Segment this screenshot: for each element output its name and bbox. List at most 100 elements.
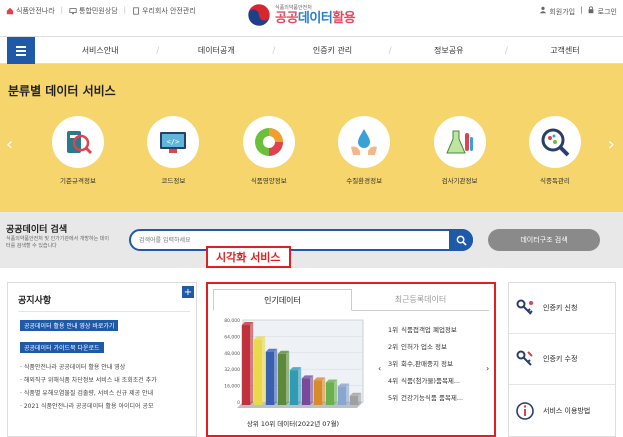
- plus-icon[interactable]: +: [182, 286, 194, 298]
- chart-y-tick-label: 48,000: [224, 351, 240, 357]
- viz-tabs: 인기데이터 최근등록데이터: [213, 289, 489, 311]
- top-utility-bar: 식품안전나라 | 통합민원상담 | 우리회사 안전관리 식품의약품안전처 공공데…: [0, 0, 623, 36]
- chart-bar[interactable]: [337, 386, 347, 405]
- nav-item-data-open[interactable]: 데이터공개: [156, 37, 274, 64]
- rank-item[interactable]: 1위 식품접객업 폐업정보: [388, 322, 488, 339]
- chevron-left-icon[interactable]: ‹: [6, 134, 13, 155]
- bar-chart: 80,000 64,000 48,000 32,000 16,000 0 상위 10위 데이…: [224, 318, 364, 428]
- chart-bar[interactable]: [265, 351, 275, 405]
- util-link-foodsafety[interactable]: 식품안전나라: [6, 6, 55, 16]
- virus-magnifier-icon: [541, 128, 570, 157]
- visualization-panel: 인기데이터 최근등록데이터 80,000 64,000 48,000 32,000 16…: [206, 282, 496, 437]
- category-standards[interactable]: 기준규격정보: [44, 116, 112, 185]
- tab-recent-data[interactable]: 최근등록데이터: [352, 289, 489, 310]
- chart-bar-side: [250, 322, 254, 405]
- chart-bar-side: [334, 379, 338, 405]
- signup-link[interactable]: 회원가입: [539, 6, 575, 17]
- util-link-company[interactable]: 우리회사 안전관리: [132, 6, 196, 16]
- rank-item[interactable]: 2위 인허가 업소 정보: [388, 339, 488, 356]
- rank-list: 1위 식품접객업 폐업정보 2위 인허가 업소 정보 3위 회수,판매중지 정보 4위…: [388, 322, 488, 407]
- search-box: [129, 229, 473, 251]
- chart-y-tick-label: 64,000: [224, 334, 240, 340]
- monitor-icon: [69, 8, 77, 15]
- tab-popular-data[interactable]: 인기데이터: [213, 289, 352, 311]
- chart-bar[interactable]: [349, 395, 359, 405]
- nav-item-key-manage[interactable]: 인증키 관리: [272, 37, 390, 64]
- site-logo[interactable]: 식품의약품안전처 공공데이터활용: [247, 3, 356, 27]
- lock-icon: [589, 6, 594, 14]
- search-icon: [456, 235, 467, 246]
- login-link[interactable]: 로그인: [587, 6, 617, 17]
- nutrition-pie-icon: [254, 128, 283, 156]
- info-icon: [516, 401, 534, 420]
- chart-caption: 상위 10위 데이터(2022년 07월): [247, 419, 339, 428]
- category-nutrition[interactable]: 식품영양정보: [235, 116, 303, 185]
- nav-item-service-guide[interactable]: 서비스안내: [42, 37, 158, 64]
- viz-annotation-label: 시각화 서비스: [206, 246, 291, 268]
- list-item[interactable]: 식품안전나라 공공데이터 활용 안내 영상: [20, 361, 195, 374]
- category-band: 분류별 데이터 서비스 ‹ › 기준규격정보 </> 코드정보 식품영양정보 수…: [0, 64, 623, 212]
- category-section-title: 분류별 데이터 서비스: [8, 84, 116, 98]
- chevron-left-icon[interactable]: ‹: [378, 364, 381, 373]
- lab-flask-icon: [445, 130, 473, 154]
- search-button[interactable]: [449, 229, 473, 251]
- chart-bar[interactable]: [253, 339, 263, 405]
- logo-title: 공공데이터활용: [275, 10, 356, 26]
- key-edit-icon: [516, 350, 533, 366]
- water-drop-hands-icon: [351, 129, 378, 155]
- notice-panel: 공지사항 + 공공데이터 활용 안내 영상 바로가기 공공데이터 가이드북 다운…: [7, 282, 197, 437]
- notice-list: 식품안전나라 공공데이터 활용 안내 영상 해외직구 위해식품 차단정보 서비스…: [20, 361, 195, 413]
- popular-data-chart: 80,000 64,000 48,000 32,000 16,000 0 상위 10위 데이…: [213, 314, 373, 434]
- utility-links-right: 회원가입 | 로그인: [539, 6, 617, 17]
- nav-item-info-share[interactable]: 정보공유: [389, 37, 507, 64]
- quick-links-panel: 인증키 신청 인증키 수정 서비스 이용방법: [508, 282, 616, 437]
- utility-links-left: 식품안전나라 | 통합민원상담 | 우리회사 안전관리: [6, 6, 196, 16]
- chevron-right-icon[interactable]: ›: [608, 134, 615, 155]
- chart-bar-side: [298, 367, 302, 405]
- category-lab[interactable]: 검사기관정보: [426, 116, 494, 185]
- chart-bar-side: [262, 336, 266, 405]
- hamburger-menu-icon[interactable]: [7, 37, 35, 64]
- list-item[interactable]: 해외직구 위해식품 차단정보 서비스 내 조회조건 추가: [20, 374, 195, 387]
- search-title: 공공데이터 검색: [6, 225, 68, 235]
- chart-bar[interactable]: [301, 378, 311, 405]
- chart-bar-side: [322, 377, 326, 405]
- category-code[interactable]: </> 코드정보: [139, 116, 207, 185]
- key-edit-button[interactable]: 인증키 수정: [509, 334, 615, 385]
- home-icon: [6, 7, 14, 15]
- search-description: 식품의약품안전처 및 인가기관에서 개방하는 데이터를 검색할 수 있습니다: [6, 236, 109, 249]
- code-monitor-icon: </>: [160, 132, 187, 153]
- main-nav: 서비스안내 데이터공개 인증키 관리 정보공유 고객센터: [0, 36, 623, 64]
- list-item[interactable]: 2021 식품안전나라 공공데이터 활용 아이디어 공모: [20, 400, 195, 413]
- category-water[interactable]: 수질환경정보: [330, 116, 398, 185]
- util-link-civil[interactable]: 통합민원상담: [69, 6, 118, 16]
- chart-bar-side: [286, 350, 290, 405]
- service-usage-button[interactable]: 서비스 이용방법: [509, 385, 615, 436]
- rank-item[interactable]: 3위 회수,판매중지 정보: [388, 356, 488, 373]
- category-food-poisoning[interactable]: 식중독관리: [521, 116, 589, 185]
- list-item[interactable]: 식품별 유해오염물질 검출량, 서비스 신규 제공 안내: [20, 387, 195, 400]
- chart-y-tick-label: 80,000: [224, 318, 240, 324]
- chart-bar[interactable]: [289, 370, 299, 405]
- rank-item[interactable]: 5위 건강기능식품 품목제...: [388, 390, 488, 407]
- chart-y-tick-label: 16,000: [224, 384, 240, 390]
- notice-tag-guidebook[interactable]: 공공데이터 가이드북 다운로드: [20, 342, 104, 353]
- key-request-button[interactable]: 인증키 신청: [509, 283, 615, 334]
- chart-bar-side: [346, 383, 350, 405]
- chevron-right-icon[interactable]: ›: [486, 364, 489, 373]
- chart-bar[interactable]: [313, 380, 323, 405]
- notice-tag-video[interactable]: 공공데이터 활용 안내 영상 바로가기: [20, 320, 119, 331]
- chart-bar[interactable]: [241, 325, 251, 405]
- building-icon: [133, 7, 139, 15]
- search-strip: 공공데이터 검색 식품의약품안전처 및 인가기관에서 개방하는 데이터를 검색할…: [0, 212, 623, 268]
- government-emblem-icon: [247, 3, 271, 27]
- key-request-icon: [516, 299, 533, 315]
- chart-bar-side: [310, 375, 314, 405]
- user-icon: [539, 6, 547, 14]
- chart-bar[interactable]: [325, 382, 335, 405]
- chart-bar[interactable]: [277, 353, 287, 405]
- structure-search-button[interactable]: 데이터구조 검색: [488, 229, 600, 251]
- rank-item[interactable]: 4위 식품(첨가물)품목제...: [388, 373, 488, 390]
- nav-item-customer-center[interactable]: 고객센터: [505, 37, 623, 64]
- svg-text:</>: </>: [167, 138, 180, 146]
